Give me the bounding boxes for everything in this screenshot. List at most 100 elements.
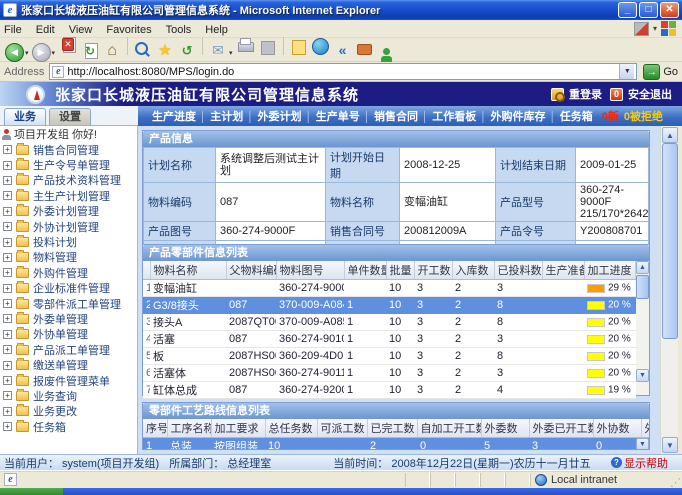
expand-icon[interactable]: + xyxy=(3,222,12,231)
expand-icon[interactable]: + xyxy=(3,407,12,416)
nav-link-1[interactable]: 主计划 xyxy=(210,111,243,123)
search-icon[interactable] xyxy=(133,40,153,60)
sidebar-item-外购件管理[interactable]: +外购件管理 xyxy=(0,265,137,280)
nav-badge-new[interactable]: 0新 xyxy=(602,108,619,124)
sidebar-item-报废件管理菜单[interactable]: +报废件管理菜单 xyxy=(0,373,137,388)
column-header[interactable]: 单件数量 xyxy=(344,261,386,280)
go-arrow-icon[interactable]: → xyxy=(643,64,660,80)
expand-icon[interactable]: + xyxy=(3,268,12,277)
nav-link-4[interactable]: 销售合同 xyxy=(374,111,418,123)
column-header[interactable]: 物料图号 xyxy=(276,261,344,280)
table-row[interactable]: 1变幅油缸360-274-9000F1032329 % xyxy=(143,280,636,297)
main-scrollbar[interactable]: ▲ ▼ xyxy=(660,126,678,454)
pdf-addon-icon[interactable] xyxy=(634,22,649,36)
go-button[interactable]: Go xyxy=(663,66,678,78)
back-icon[interactable] xyxy=(5,43,24,62)
sidebar-item-外协计划管理[interactable]: +外协计划管理 xyxy=(0,219,137,234)
sidebar-item-投料计划[interactable]: +投料计划 xyxy=(0,234,137,249)
table-row[interactable]: 1总装按图组装10205300 xyxy=(143,438,649,451)
expand-icon[interactable]: + xyxy=(3,422,12,431)
column-header[interactable]: 批量 xyxy=(386,261,414,280)
expand-icon[interactable]: + xyxy=(3,299,12,308)
nav-link-3[interactable]: 生产单号 xyxy=(316,111,360,123)
messenger-icon[interactable] xyxy=(333,40,353,60)
maximize-button[interactable]: □ xyxy=(639,2,658,18)
expand-icon[interactable]: + xyxy=(3,191,12,200)
sidebar-item-零部件派工单管理[interactable]: +零部件派工单管理 xyxy=(0,296,137,311)
nav-link-7[interactable]: 任务箱 xyxy=(560,111,593,123)
sidebar-item-缴送单管理[interactable]: +缴送单管理 xyxy=(0,357,137,372)
nav-link-0[interactable]: 生产进度 xyxy=(152,111,196,123)
column-header[interactable]: 加工要求 xyxy=(211,419,265,438)
column-header[interactable]: 已投料数 xyxy=(494,261,542,280)
expand-icon[interactable]: + xyxy=(3,391,12,400)
tab-业务[interactable]: 业务 xyxy=(4,108,46,125)
table-row[interactable]: 2G3/8接头087370-009-A084011032820 % xyxy=(143,297,636,314)
expand-icon[interactable]: + xyxy=(3,376,12,385)
table-row[interactable]: 7缸体总成087360-274-9200F11032419 % xyxy=(143,382,636,399)
sidebar-item-任务箱[interactable]: +任务箱 xyxy=(0,419,137,434)
sidebar-item-物料管理[interactable]: +物料管理 xyxy=(0,250,137,265)
logout-button[interactable]: 安全退出 xyxy=(610,86,672,102)
favorites-icon[interactable] xyxy=(155,40,175,60)
column-header[interactable]: 父物料编码 xyxy=(226,261,276,280)
sidebar-item-主生产计划管理[interactable]: +主生产计划管理 xyxy=(0,188,137,203)
mail-icon[interactable] xyxy=(208,40,228,60)
column-header[interactable]: 总任务数 xyxy=(265,419,317,438)
column-header[interactable]: 外委数 xyxy=(481,419,529,438)
nav-link-6[interactable]: 外购件库存 xyxy=(491,111,546,123)
minimize-button[interactable]: _ xyxy=(618,2,637,18)
dropdown-caret-icon[interactable]: ▾ xyxy=(52,50,56,57)
expand-icon[interactable]: + xyxy=(3,253,12,262)
table-row[interactable]: 5板2087HS002360-209-4D01011032820 % xyxy=(143,348,636,365)
history-icon[interactable] xyxy=(177,41,197,61)
expand-icon[interactable]: + xyxy=(3,361,12,370)
column-header[interactable]: 入库数 xyxy=(452,261,494,280)
sidebar-item-外委单管理[interactable]: +外委单管理 xyxy=(0,311,137,326)
forward-icon[interactable] xyxy=(32,43,51,62)
address-input[interactable]: e http://localhost:8080/MPS/login.do ▼ xyxy=(49,63,637,80)
expand-icon[interactable]: + xyxy=(3,238,12,247)
table-row[interactable]: 3接头A2087QT002370-009-A085011032820 % xyxy=(143,314,636,331)
column-header[interactable]: 物料名称 xyxy=(150,261,226,280)
dropdown-caret-icon[interactable]: ▾ xyxy=(229,50,233,57)
nav-link-5[interactable]: 工作看板 xyxy=(432,111,476,123)
sidebar-item-企业标准件管理[interactable]: +企业标准件管理 xyxy=(0,281,137,296)
home-icon[interactable] xyxy=(102,41,122,61)
main-scroll-up-icon[interactable]: ▲ xyxy=(662,127,678,143)
start-button-edge[interactable] xyxy=(0,488,63,495)
sidebar-item-销售合同管理[interactable]: +销售合同管理 xyxy=(0,142,137,157)
refresh-icon[interactable] xyxy=(80,41,100,61)
parts-vscrollbar[interactable]: ▲ ▼ xyxy=(636,261,649,382)
expand-icon[interactable]: + xyxy=(3,314,12,323)
dropdown-caret-icon[interactable]: ▾ xyxy=(25,50,29,57)
column-header[interactable]: 自加工开工数 xyxy=(417,419,481,438)
sidebar-item-业务查询[interactable]: +业务查询 xyxy=(0,388,137,403)
scroll-down-icon[interactable]: ▼ xyxy=(636,369,649,382)
show-help-link[interactable]: ? 显示帮助 xyxy=(611,455,668,471)
print-icon[interactable] xyxy=(236,35,256,55)
stop-icon[interactable] xyxy=(58,35,78,55)
expand-icon[interactable]: + xyxy=(3,284,12,293)
nav-link-2[interactable]: 外委计划 xyxy=(258,111,302,123)
column-header[interactable]: 可派工数 xyxy=(317,419,367,438)
sidebar-item-产品派工单管理[interactable]: +产品派工单管理 xyxy=(0,342,137,357)
resize-grip[interactable] xyxy=(670,473,682,487)
notes-icon[interactable] xyxy=(289,37,309,57)
expand-icon[interactable]: + xyxy=(3,145,12,154)
expand-icon[interactable]: + xyxy=(3,161,12,170)
main-scroll-down-icon[interactable]: ▼ xyxy=(662,437,678,453)
column-header[interactable]: 已完工数 xyxy=(367,419,417,438)
close-button[interactable]: ✕ xyxy=(660,2,679,18)
column-header[interactable]: 开工数 xyxy=(414,261,452,280)
parts-vscroll-thumb[interactable] xyxy=(636,275,649,299)
column-header[interactable]: 外协 xyxy=(641,419,649,438)
route-scroll-down-icon[interactable]: ▼ xyxy=(636,438,649,450)
table-row[interactable]: 6活塞体2087HS002360-274-9011W11032320 % xyxy=(143,365,636,382)
media-icon[interactable] xyxy=(311,36,331,56)
edit-icon[interactable] xyxy=(258,38,278,58)
relogin-button[interactable]: 重登录 xyxy=(551,86,602,102)
tab-设置[interactable]: 设置 xyxy=(49,108,91,125)
address-url[interactable]: http://localhost:8080/MPS/login.do xyxy=(67,66,619,78)
expand-icon[interactable]: + xyxy=(3,207,12,216)
